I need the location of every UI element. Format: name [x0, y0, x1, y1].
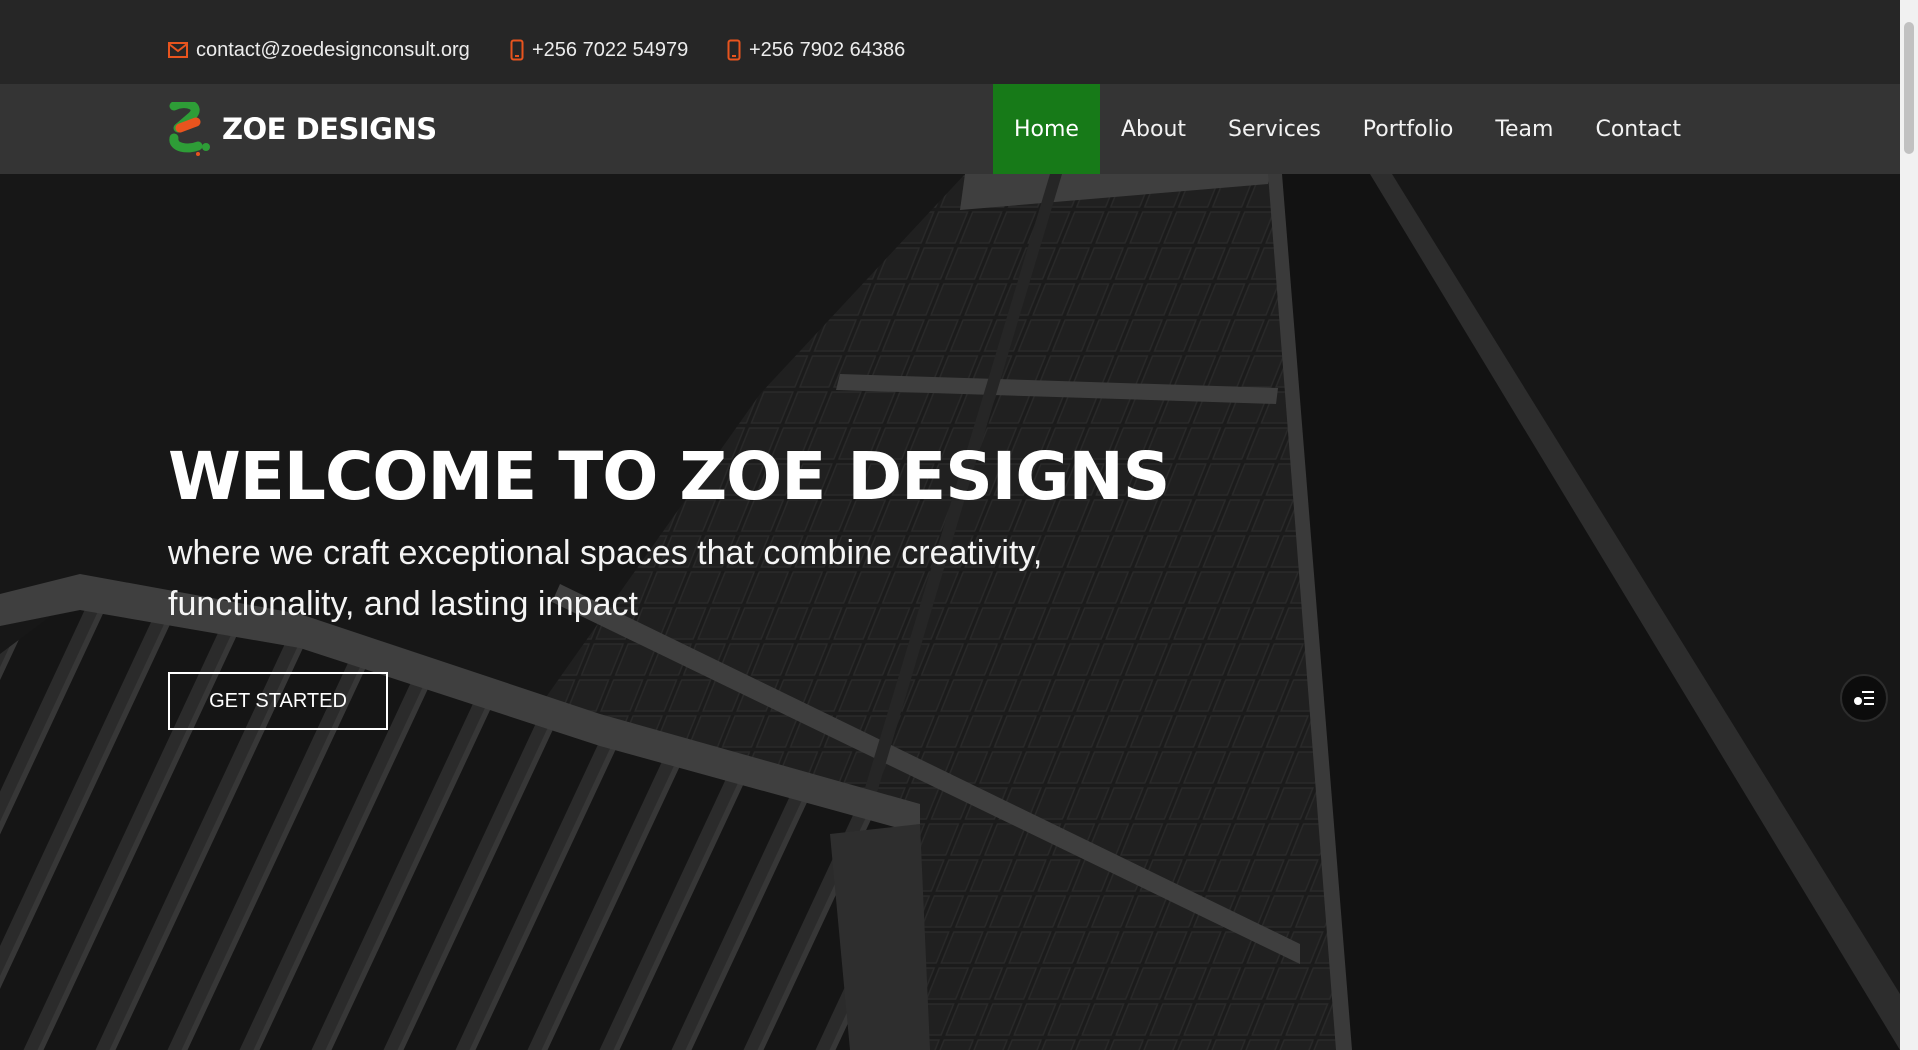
settings-list-icon: [1854, 691, 1874, 705]
site-header: ZOE DESIGNS Home About Services Portfoli…: [0, 84, 1900, 174]
hero-title: WELCOME TO ZOE DESIGNS: [168, 438, 1170, 515]
contact-email[interactable]: contact@zoedesignconsult.org: [168, 36, 470, 64]
contact-phone-1-text: +256 7022 54979: [532, 39, 689, 61]
scrollbar-thumb[interactable]: [1904, 22, 1914, 154]
contact-phone-1[interactable]: +256 7022 54979: [510, 36, 688, 64]
nav-item-about[interactable]: About: [1100, 84, 1207, 174]
mobile-phone-icon: [510, 39, 524, 61]
nav-item-contact[interactable]: Contact: [1574, 84, 1702, 174]
contact-email-text: contact@zoedesignconsult.org: [196, 39, 470, 61]
nav-item-home[interactable]: Home: [993, 84, 1100, 174]
contact-phone-2-text: +256 7902 64386: [749, 39, 906, 61]
contact-phone-2[interactable]: +256 7902 64386: [727, 36, 905, 64]
envelope-icon: [168, 42, 188, 58]
site-logo[interactable]: ZOE DESIGNS: [168, 102, 437, 156]
floating-settings-button[interactable]: [1840, 674, 1888, 722]
nav-item-portfolio[interactable]: Portfolio: [1342, 84, 1475, 174]
hero-section: WELCOME TO ZOE DESIGNS where we craft ex…: [0, 174, 1900, 1050]
mobile-phone-icon: [727, 39, 741, 61]
hero-subtitle: where we craft exceptional spaces that c…: [168, 534, 1043, 623]
nav-item-team[interactable]: Team: [1474, 84, 1574, 174]
page: contact@zoedesignconsult.org +256 7022 5…: [0, 0, 1918, 1050]
logo-text: ZOE DESIGNS: [222, 112, 437, 146]
top-contact-bar: contact@zoedesignconsult.org +256 7022 5…: [0, 0, 1900, 84]
main-nav: Home About Services Portfolio Team Conta…: [993, 84, 1702, 174]
page-scrollbar[interactable]: [1900, 0, 1918, 1050]
get-started-button[interactable]: GET STARTED: [168, 672, 388, 730]
logo-mark-icon: [169, 102, 210, 156]
nav-item-services[interactable]: Services: [1207, 84, 1342, 174]
